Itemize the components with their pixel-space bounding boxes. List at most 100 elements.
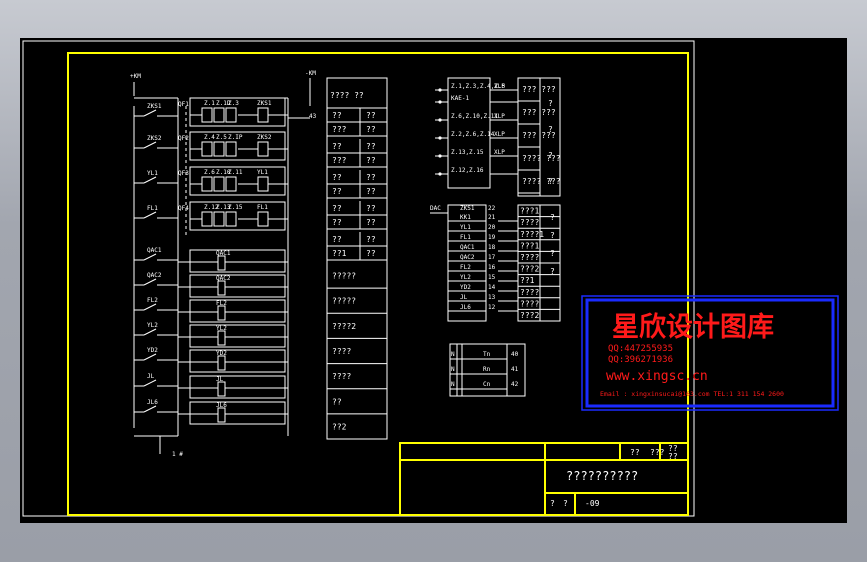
rm-row-num: 13 bbox=[488, 294, 496, 301]
rbo-label: Cn bbox=[483, 381, 491, 388]
rm-table-cell: ???1 bbox=[520, 207, 539, 216]
rm-table-cell: ???2 bbox=[520, 265, 539, 274]
rt-q: ? bbox=[548, 151, 553, 160]
coil-label: YD2 bbox=[216, 350, 227, 357]
rt-q: ? bbox=[548, 99, 553, 108]
drawing-canvas: +KM ZKS1 ZKS2 YL1 FL1 QAC1 QAC2 FL2 YL2 YD2 JL JL6… bbox=[22, 40, 839, 517]
rm-row-num: 14 bbox=[488, 284, 496, 291]
contact-blade bbox=[143, 253, 157, 261]
drawing-viewport[interactable]: +KM ZKS1 ZKS2 YL1 FL1 QAC1 QAC2 FL2 YL2 YD2 JL JL6… bbox=[20, 38, 847, 523]
relay-contact-box bbox=[225, 107, 237, 123]
mid-table-cell: ?? bbox=[366, 156, 376, 165]
relay-contact-label: Z.4 bbox=[204, 134, 215, 141]
title-block-hdr2: ??? bbox=[650, 448, 665, 457]
rt-node bbox=[438, 118, 442, 122]
mid-table-cell: ?? bbox=[332, 397, 342, 406]
rm-row-label: YL1 bbox=[460, 224, 471, 231]
relay-coil-label: FL1 bbox=[257, 204, 268, 211]
mid-table-cell: ?? bbox=[366, 111, 376, 120]
mid-table-cell: ?? bbox=[332, 204, 342, 213]
coil-box bbox=[217, 330, 226, 346]
coil-box bbox=[217, 407, 226, 423]
title-block-hdr1: ?? bbox=[630, 448, 640, 457]
middle-table: ???? ???????????????????????????????????… bbox=[326, 77, 388, 440]
coil-row-frame bbox=[189, 299, 286, 323]
relay-contact-box bbox=[213, 141, 225, 157]
coil-box bbox=[217, 355, 226, 371]
mid-table-cell: ?? bbox=[366, 204, 376, 213]
mid-table-cell: ??1 bbox=[332, 249, 347, 258]
mid-table-cell: ????? bbox=[332, 272, 356, 281]
rm-header-mid: ZKS1 bbox=[460, 205, 475, 212]
relay-contact-label: Z.5 bbox=[216, 134, 227, 141]
rbo-tag: N bbox=[451, 351, 455, 358]
rt-item-label: Z.2,Z.6,Z.14 bbox=[451, 131, 495, 138]
title-block: ?? ??? ?? ?? ?????????? ? ? -09 bbox=[399, 442, 689, 516]
contact-blade bbox=[143, 328, 157, 336]
coil-row-frame bbox=[189, 274, 286, 298]
rbo-tag: N bbox=[451, 366, 455, 373]
rm-row-label: FL2 bbox=[460, 264, 471, 271]
relay-contact-box bbox=[225, 211, 237, 227]
rt-tag: XLP bbox=[494, 113, 505, 120]
supply-right-label: -KM bbox=[305, 70, 316, 77]
contact-blade bbox=[143, 278, 157, 286]
contact-label: FL1 bbox=[147, 205, 158, 212]
mid-table-cell: ?? bbox=[366, 218, 376, 227]
mid-table-header: ???? ?? bbox=[330, 91, 364, 100]
watermark: 星欣设计图库 QQ:447255935 QQ:396271936 www.xin… bbox=[581, 295, 839, 411]
coil-box bbox=[217, 255, 226, 271]
mid-table-cell: ?? bbox=[332, 187, 342, 196]
mid-table-cell: ????2 bbox=[332, 322, 356, 331]
left-schematic: +KM ZKS1 ZKS2 YL1 FL1 QAC1 QAC2 FL2 YL2 YD2 JL JL6… bbox=[130, 70, 317, 458]
rm-row-label: KK1 bbox=[460, 214, 471, 221]
coil-box bbox=[217, 305, 226, 321]
relay-contact-label: Z.6 bbox=[204, 169, 215, 176]
rm-table-cell: ???? bbox=[520, 253, 539, 262]
rm-row-num: 20 bbox=[488, 224, 496, 231]
coil-label: FL2 bbox=[216, 300, 227, 307]
right-mid-terminal: DAC ZKS1 22 KK1 21 YL1 20 FL1 19 QAC1 18 QAC2 17 FL2 1… bbox=[430, 204, 561, 322]
relay-contact-label: Z.1 bbox=[204, 100, 215, 107]
mid-table-cell: ?? bbox=[332, 235, 342, 244]
relay-contact-label: Z.IP bbox=[228, 134, 243, 141]
rt-table-cell: ???? ??? bbox=[522, 177, 561, 186]
contact-label: ZKS1 bbox=[147, 103, 162, 110]
rm-header-right: 22 bbox=[488, 205, 496, 212]
coil-row-frame bbox=[189, 324, 286, 348]
mid-table-cell: ?? bbox=[366, 173, 376, 182]
rm-row-label: YD2 bbox=[460, 284, 471, 291]
relay-contact-label: Z.15 bbox=[228, 204, 243, 211]
mid-table-cell: ?? bbox=[332, 111, 342, 120]
rm-table-cell: ??1 bbox=[520, 276, 535, 285]
contact-switches: ZKS1 ZKS2 YL1 FL1 QAC1 QAC2 FL2 YL2 YD2 JL JL6 bbox=[134, 103, 178, 413]
rt-node bbox=[438, 88, 442, 92]
rbo-tag: N bbox=[451, 381, 455, 388]
drawing-number: -09 bbox=[585, 499, 600, 508]
relay-contact-box bbox=[201, 176, 213, 192]
rt-table-cell: ??? ??? bbox=[522, 85, 556, 94]
rbo-num: 40 bbox=[511, 351, 519, 358]
rm-row-num: 18 bbox=[488, 244, 496, 251]
watermark-title: 星欣设计图库 bbox=[612, 312, 774, 343]
coil-label: QAC1 bbox=[216, 250, 231, 257]
rm-table-cell: ????1 bbox=[520, 230, 544, 239]
supply-top-label: +KM bbox=[130, 73, 141, 80]
relay-coil-label: ZKS2 bbox=[257, 134, 272, 141]
coil-row-frame bbox=[189, 249, 286, 273]
mid-table-cell: ??2 bbox=[332, 422, 347, 431]
coil-row-frame bbox=[189, 349, 286, 373]
relay-block-tag: QF3 bbox=[178, 170, 189, 177]
rm-table-cell: ???? bbox=[520, 218, 539, 227]
contact-label: QAC1 bbox=[147, 247, 162, 254]
rm-table-cell: ???? bbox=[520, 299, 539, 308]
rm-row-label: YL2 bbox=[460, 274, 471, 281]
mid-table-cell: ???? bbox=[332, 347, 351, 356]
rm-row-num: 21 bbox=[488, 214, 496, 221]
cad-application-window: +KM ZKS1 ZKS2 YL1 FL1 QAC1 QAC2 FL2 YL2 YD2 JL JL6… bbox=[0, 0, 867, 562]
mid-table-cell: ??? bbox=[332, 125, 347, 134]
rbo-label: Tn bbox=[483, 351, 491, 358]
coil-label: QAC2 bbox=[216, 275, 231, 282]
mid-table-cell: ?? bbox=[332, 173, 342, 182]
rm-table-cell: ???? bbox=[520, 288, 539, 297]
